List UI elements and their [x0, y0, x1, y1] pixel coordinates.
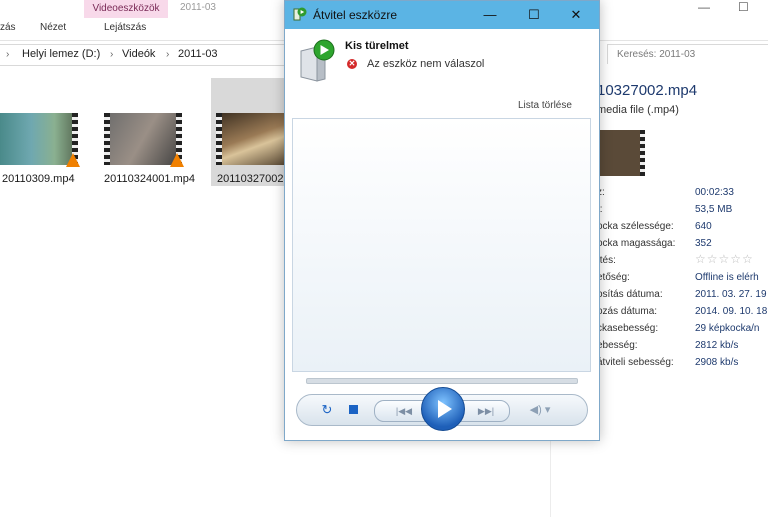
player-controls: ↻ |◀◀ ▶▶| ◀) ▾	[296, 387, 588, 431]
breadcrumb-separator: ›	[166, 49, 170, 60]
dialog-titlebar[interactable]: Átvitel eszközre — ☐ ✕	[285, 1, 599, 29]
repeat-icon[interactable]: ↻	[319, 402, 335, 418]
details-thumbnail	[597, 130, 645, 176]
minimize-button[interactable]: —	[473, 3, 507, 27]
file-thumbnail[interactable]	[216, 113, 294, 165]
maximize-button[interactable]: ☐	[517, 3, 551, 27]
tab-partial[interactable]: zás	[0, 22, 16, 33]
prop-key: átviteli sebesség:	[597, 357, 674, 368]
device-status-message: Az eszköz nem válaszol	[367, 58, 485, 70]
breadcrumb-drive[interactable]: Helyi lemez (D:)	[22, 48, 100, 60]
transfer-progress-bar	[306, 378, 578, 384]
next-icon[interactable]: ▶▶|	[473, 403, 499, 419]
prop-size: 53,5 MB	[695, 204, 733, 215]
vlc-cone-icon	[66, 153, 80, 167]
error-icon: ✕	[347, 59, 357, 69]
film-strip	[104, 113, 110, 165]
prop-key: ocka magassága:	[597, 238, 676, 249]
details-file-type: media file (.mp4)	[597, 104, 679, 116]
film-strip	[216, 113, 222, 165]
breadcrumb-separator: ›	[110, 49, 114, 60]
ribbon-folder-title: 2011-03	[180, 2, 216, 13]
explorer-maximize-button[interactable]: ☐	[738, 0, 749, 14]
file-thumbnail[interactable]	[104, 113, 184, 167]
film-strip	[640, 130, 645, 176]
volume-icon[interactable]: ◀) ▾	[525, 402, 555, 418]
prop-total-bitrate: 2908 kb/s	[695, 357, 739, 368]
prop-availability: Offline is elérh	[695, 272, 759, 283]
transfer-app-icon	[293, 7, 307, 21]
details-file-title: 10327002.mp4	[597, 82, 698, 99]
device-icon	[300, 39, 335, 82]
search-placeholder: Keresés: 2011-03	[617, 49, 696, 60]
clear-list-link[interactable]: Lista törlése	[518, 100, 572, 111]
prop-key: osítás dátuma:	[597, 289, 663, 300]
tab-view[interactable]: Nézet	[40, 22, 66, 33]
breadcrumb-videos[interactable]: Videók	[122, 48, 155, 60]
file-name[interactable]: 20110324001.mp4	[104, 173, 195, 185]
prop-key: ckasebesség:	[597, 323, 659, 334]
explorer-minimize-button[interactable]: —	[698, 0, 710, 14]
tab-playback[interactable]: Lejátszás	[104, 22, 146, 33]
prop-frame-width: 640	[695, 221, 712, 232]
play-button[interactable]	[421, 387, 465, 431]
file-name[interactable]: 20110309.mp4	[2, 173, 75, 185]
prop-frame-height: 352	[695, 238, 712, 249]
previous-icon[interactable]: |◀◀	[391, 403, 417, 419]
prop-key: ebesség:	[597, 340, 638, 351]
prop-key: etőség:	[597, 272, 630, 283]
prop-key: ozás dátuma:	[597, 306, 658, 317]
stop-button[interactable]	[349, 405, 358, 414]
prop-frame-rate: 29 képkocka/n	[695, 323, 760, 334]
prop-key: ocka szélessége:	[597, 221, 674, 232]
transfer-dialog: Átvitel eszközre — ☐ ✕ Kis türelmet ✕ Az…	[284, 0, 600, 441]
close-button[interactable]: ✕	[559, 3, 593, 27]
search-box[interactable]: Keresés: 2011-03	[607, 44, 768, 66]
transfer-list[interactable]	[292, 118, 591, 372]
prop-modified-date: 2011. 03. 27. 19	[695, 289, 767, 300]
breadcrumb-folder[interactable]: 2011-03	[178, 48, 218, 60]
vlc-cone-icon	[170, 153, 184, 167]
breadcrumb-separator: ›	[6, 49, 10, 60]
prop-created-date: 2014. 09. 10. 18	[695, 306, 768, 317]
dialog-title: Átvitel eszközre	[313, 8, 398, 22]
prop-length: 00:02:33	[695, 187, 734, 198]
device-status-title: Kis türelmet	[345, 40, 409, 52]
context-tab-video-tools[interactable]: Videoeszközök	[84, 0, 168, 18]
file-thumbnail[interactable]	[0, 113, 80, 167]
prop-data-rate: 2812 kb/s	[695, 340, 739, 351]
prop-rating-stars[interactable]: ☆☆☆☆☆	[695, 252, 754, 266]
